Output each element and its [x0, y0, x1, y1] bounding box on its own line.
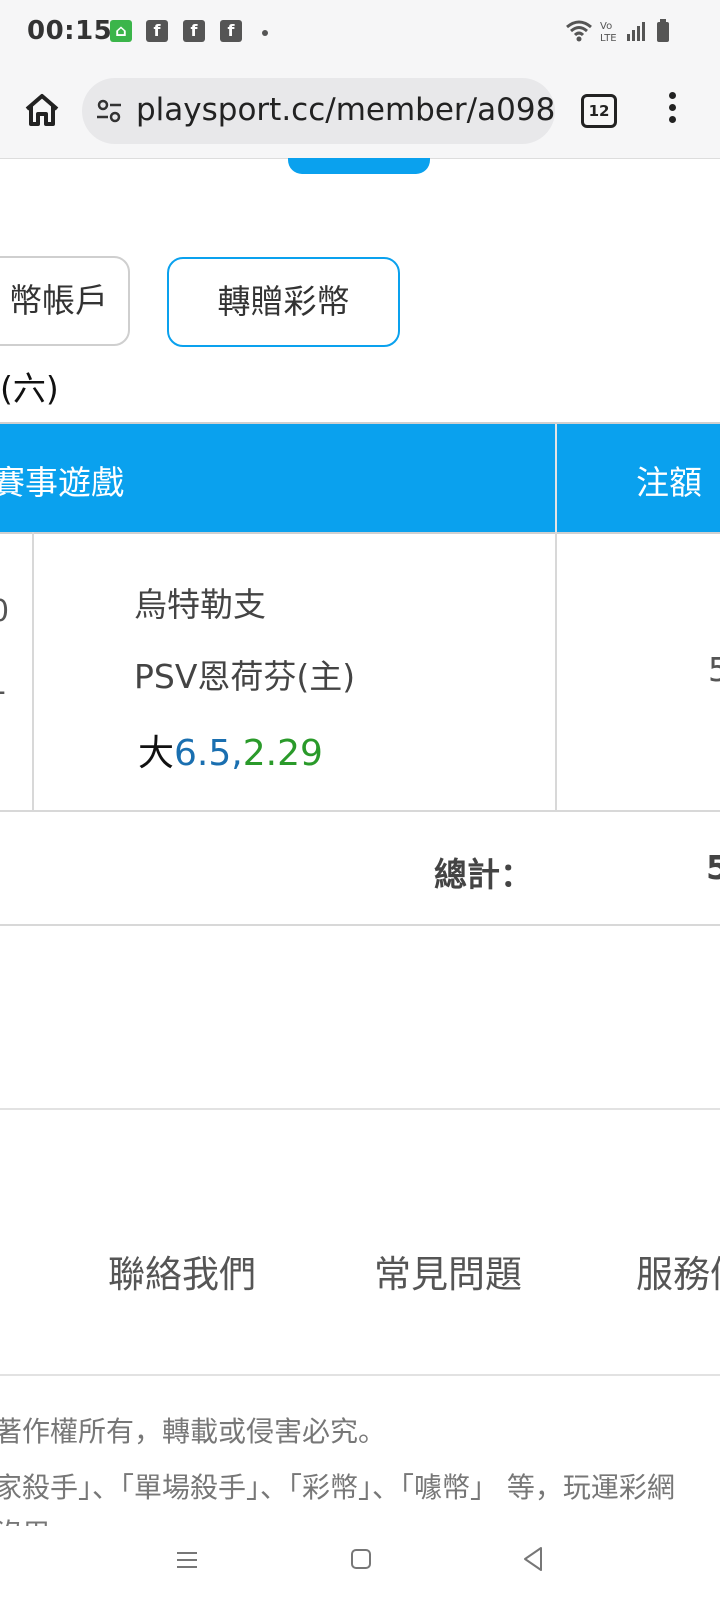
active-tab-indicator[interactable] — [288, 158, 430, 174]
dot-icon — [262, 30, 268, 36]
address-bar[interactable]: playsport.cc/member/a09878 — [82, 78, 555, 144]
status-bar: 00:15 ⌂ f f f Vo LTE — [0, 0, 720, 66]
nav-home-icon[interactable] — [350, 1548, 372, 1570]
header-amount: 注額 — [636, 463, 702, 502]
footer-links: 聯絡我們 常見問題 服務條 — [0, 1244, 720, 1304]
battery-icon — [657, 19, 669, 42]
home-team: PSV恩荷芬(主) — [134, 657, 356, 696]
home-icon[interactable] — [22, 90, 62, 130]
date-label: (六) — [0, 369, 59, 408]
recent-apps-icon[interactable] — [176, 1550, 198, 1570]
clipped-cell-text: 1 — [0, 667, 7, 702]
facebook-icon: f — [220, 20, 242, 42]
volte-icon: VoLTE — [600, 21, 617, 43]
bet-amount: 5 — [708, 650, 720, 689]
away-team: 烏特勒支 — [134, 585, 266, 624]
status-time: 00:15 — [27, 16, 113, 46]
total-value: 5 — [706, 848, 720, 887]
header-divider — [555, 424, 557, 532]
clipped-cell-text: 0 — [0, 594, 9, 629]
wifi-icon — [566, 20, 592, 42]
facebook-icon: f — [183, 20, 205, 42]
table-header: 賽事遊戲 注額 — [0, 422, 720, 534]
system-status-icons: Vo LTE — [566, 18, 670, 44]
row-divider — [555, 532, 557, 810]
trademark-text: 家殺手」、「單場殺手」、「彩幣」、「噱幣」 等，玩運彩網 — [0, 1471, 675, 1504]
site-settings-icon[interactable] — [96, 98, 122, 124]
app-green-icon: ⌂ — [110, 20, 132, 42]
tab-switcher-button[interactable]: 12 — [581, 94, 617, 128]
copyright-text: 著作權所有，轉載或侵害必究。 — [0, 1415, 387, 1448]
divider — [0, 1108, 720, 1110]
bet-side: 大 — [138, 733, 175, 774]
back-icon[interactable] — [522, 1546, 544, 1572]
divider — [0, 1374, 720, 1376]
browser-toolbar: playsport.cc/member/a09878 12 — [0, 66, 720, 159]
header-game: 賽事遊戲 — [0, 463, 124, 502]
footer-link-terms[interactable]: 服務條 — [636, 1244, 720, 1298]
footer-link-contact[interactable]: 聯絡我們 — [108, 1244, 256, 1298]
transfer-coins-button[interactable]: 轉贈彩幣 — [167, 257, 400, 347]
total-row: 總計： 5 — [0, 812, 720, 926]
trademark-text-cont: 沒用 — [0, 1512, 50, 1526]
footer-link-faq[interactable]: 常見問題 — [374, 1244, 522, 1298]
signal-icon — [627, 22, 645, 41]
row-divider — [32, 532, 34, 810]
svg-text:Vo: Vo — [600, 21, 612, 32]
bet-separator: , — [231, 733, 243, 774]
coin-account-button[interactable]: 幣帳戶 — [0, 256, 130, 346]
facebook-icon: f — [146, 20, 168, 42]
bet-odds: 2.29 — [242, 733, 323, 774]
bet-line: 6.5 — [174, 733, 232, 774]
total-label: 總計： — [434, 855, 533, 894]
system-nav-bar — [0, 1526, 720, 1600]
overflow-menu-icon[interactable] — [668, 92, 676, 132]
table-row: 0 1 烏特勒支 PSV恩荷芬(主) 大6.5,2.29 5 — [0, 532, 720, 812]
svg-text:LTE: LTE — [600, 33, 617, 43]
url-text[interactable]: playsport.cc/member/a09878 — [136, 92, 555, 128]
bet-detail: 大6.5,2.29 — [138, 724, 323, 776]
